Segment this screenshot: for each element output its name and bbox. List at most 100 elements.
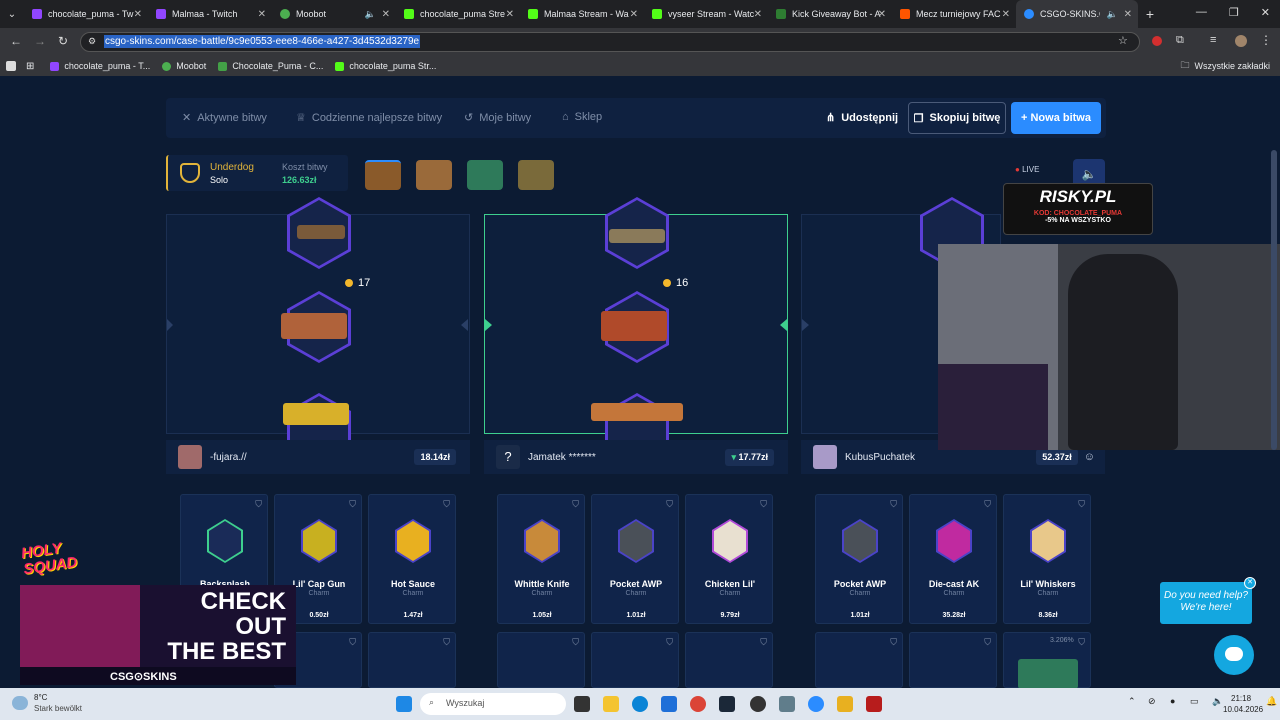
volume-icon[interactable]: 🔈 [1212,696,1223,707]
nav-my-battles[interactable]: ↺ Moje bitwy [464,111,531,125]
speaker-icon[interactable]: 🔈 [365,9,376,20]
site-info-icon[interactable]: ⚙ [88,36,96,47]
weather-icon[interactable] [12,696,28,710]
obs-icon[interactable] [750,696,766,712]
close-icon[interactable]: ✕ [1124,9,1132,20]
all-bookmarks[interactable]: 🗀 Wszystkie zakładki [1180,58,1270,74]
copy-battle-button[interactable]: ❐ Skopiuj bitwę [908,102,1006,134]
tray-chevron-icon[interactable]: ⌃ [1128,696,1136,707]
close-icon[interactable]: ✕ [878,9,886,20]
tab-search-icon[interactable]: ⌄ [0,9,24,20]
item-card[interactable]: ⛉ Lil' Whiskers Charm 8.36zł [1003,494,1091,624]
new-battle-button[interactable]: + Nowa bitwa [1011,102,1101,134]
tab-2[interactable]: Moobot 🔈 ✕ [272,0,396,28]
chat-button[interactable] [1214,635,1254,675]
extensions-icon[interactable]: ⧉ [1176,34,1184,47]
item-card[interactable]: ⛉ [685,632,773,688]
item-card[interactable]: ⛉ [815,632,903,688]
network-icon[interactable]: ⊘ [1148,696,1156,707]
speaker-icon[interactable]: 🔈 [1107,9,1118,20]
windows-start-icon[interactable] [396,696,412,712]
case-icon[interactable] [416,160,452,190]
edge-icon[interactable] [632,696,648,712]
close-icon[interactable]: ✕ [382,9,390,20]
player-name[interactable]: -fujara.// [210,452,414,463]
case-icon[interactable] [365,160,401,190]
forward-icon[interactable]: → [34,34,46,48]
avatar[interactable] [813,445,837,469]
item-card[interactable]: ⛉ [497,632,585,688]
store-icon[interactable] [661,696,677,712]
item-card[interactable]: ⛉ Hot Sauce Charm 1.47zł [368,494,456,624]
bookmark-1[interactable]: Moobot [162,61,206,71]
profile-avatar[interactable] [1235,35,1247,47]
new-tab-button[interactable]: + [1138,6,1162,22]
close-icon[interactable]: ✕ [630,9,638,20]
tab-7[interactable]: Mecz turniejowy FAC ✕ [892,0,1016,28]
tab-1[interactable]: Malmaa - Twitch ✕ [148,0,272,28]
chrome-icon[interactable] [690,696,706,712]
app-icon[interactable] [808,696,824,712]
clock-date[interactable]: 10.04.2026 [1223,705,1263,714]
tab-3[interactable]: chocolate_puma Stre ✕ [396,0,520,28]
mic-icon[interactable]: ● [1170,696,1175,706]
display-icon[interactable]: ▭ [1190,696,1199,707]
close-window-icon[interactable]: ✕ [1261,6,1270,19]
close-icon[interactable]: ✕ [258,9,266,20]
tab-5[interactable]: vyseer Stream - Watc ✕ [644,0,768,28]
bookmark-3[interactable]: chocolate_puma Str... [335,61,436,71]
case-icon[interactable] [467,160,503,190]
nav-shop[interactable]: ⌂ Sklep [562,111,602,123]
apps-icon[interactable]: ⊞ [26,61,34,72]
extension-icon[interactable] [1152,36,1162,46]
nav-daily-best[interactable]: ♕ Codzienne najlepsze bitwy [296,111,442,125]
help-bubble[interactable]: Do you need help? We're here! ✕ [1160,577,1256,624]
minimize-icon[interactable]: — [1196,6,1207,19]
url-text[interactable]: csgo-skins.com/case-battle/9c9e0553-eee8… [104,35,421,48]
nav-active-battles[interactable]: ✕ Aktywne bitwy [182,111,267,125]
steam-icon[interactable] [719,696,735,712]
tab-6[interactable]: Kick Giveaway Bot - A ✕ [768,0,892,28]
tab-8-active[interactable]: CSGO-SKINS.COM 🔈 ✕ [1016,0,1138,28]
item-card[interactable]: ⛉ [591,632,679,688]
avatar[interactable] [178,445,202,469]
media-icon[interactable]: ≡ [1210,34,1216,46]
sidebar-icon[interactable] [6,61,16,71]
close-icon[interactable]: ✕ [134,9,142,20]
back-icon[interactable]: ← [10,34,22,48]
close-icon[interactable]: ✕ [754,9,762,20]
scrollbar-thumb[interactable] [1271,150,1277,450]
shield-app-icon[interactable] [866,696,882,712]
clock-time[interactable]: 21:18 [1231,694,1251,703]
item-card[interactable]: ⛉ Die-cast AK Charm 35.28zł [909,494,997,624]
notification-icon[interactable]: 🔔 [1266,696,1277,707]
item-card[interactable]: ⛉ Chicken Lil' Charm 9.79zł [685,494,773,624]
settings-icon[interactable] [779,696,795,712]
unknown-avatar-icon[interactable]: ? [496,445,520,469]
maximize-icon[interactable]: ❐ [1229,6,1239,19]
item-card[interactable]: ⛉ [368,632,456,688]
star-icon[interactable]: ☆ [1118,34,1128,47]
player-name[interactable]: Jamatek ******* [528,452,725,463]
tab-4[interactable]: Malmaa Stream - Wa ✕ [520,0,644,28]
file-explorer-icon[interactable] [603,696,619,712]
case-icon[interactable] [518,160,554,190]
item-card[interactable]: ⛉ Pocket AWP Charm 1.01zł [591,494,679,624]
tab-0[interactable]: chocolate_puma - Tw ✕ [24,0,148,28]
item-card[interactable]: ⛉ Whittle Knife Charm 1.05zł [497,494,585,624]
close-icon[interactable]: ✕ [506,9,514,20]
search-box[interactable]: ⌕ Wyszukaj [420,693,566,715]
item-card[interactable]: ⛉ Pocket AWP Charm 1.01zł [815,494,903,624]
smile-icon[interactable]: ☺ [1084,451,1095,463]
reload-icon[interactable]: ↻ [58,34,68,48]
menu-icon[interactable]: ⋮ [1260,33,1272,47]
bookmark-2[interactable]: Chocolate_Puma - C... [218,61,323,71]
app-icon[interactable] [837,696,853,712]
item-card[interactable]: 3.206% ⛉ [1003,632,1091,689]
close-icon[interactable]: ✕ [1002,9,1010,20]
item-card[interactable]: ⛉ [909,632,997,688]
bookmark-0[interactable]: chocolate_puma - T... [50,61,150,71]
share-button[interactable]: ⋔ Udostępnij [826,111,898,125]
player-name[interactable]: KubusPuchatek [845,452,1036,463]
close-icon[interactable]: ✕ [1244,577,1256,589]
